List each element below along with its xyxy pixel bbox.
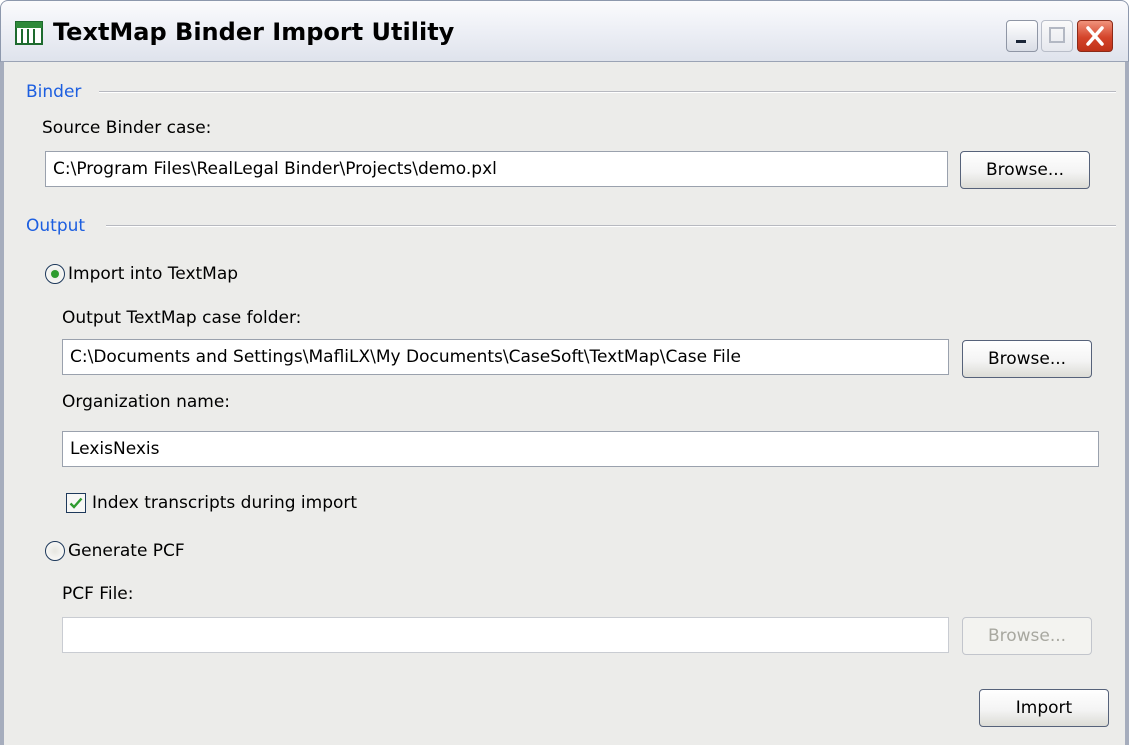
generate-pcf-label[interactable]: Generate PCF [68,541,185,561]
source-binder-field[interactable]: C:\Program Files\RealLegal Binder\Projec… [45,151,948,187]
source-binder-label: Source Binder case: [42,118,212,138]
binder-section-divider [99,91,1116,93]
pcf-file-label: PCF File: [62,584,134,604]
source-browse-button[interactable]: Browse... [960,151,1090,189]
import-button[interactable]: Import [979,689,1109,727]
output-folder-field[interactable]: C:\Documents and Settings\MafliLX\My Doc… [62,339,949,375]
window-title: TextMap Binder Import Utility [53,18,455,46]
organization-name-label: Organization name: [62,392,231,412]
output-folder-label: Output TextMap case folder: [62,308,302,328]
output-section-divider [106,225,1116,227]
index-transcripts-label[interactable]: Index transcripts during import [92,493,357,513]
output-folder-browse-button[interactable]: Browse... [962,340,1092,378]
textmap-app-icon [15,21,43,45]
index-transcripts-checkbox[interactable] [66,493,86,513]
organization-name-field[interactable]: LexisNexis [62,431,1099,467]
import-into-textmap-radio[interactable] [45,264,65,284]
binder-section-label: Binder [26,82,82,102]
close-button[interactable] [1077,20,1113,52]
output-section-label: Output [26,216,86,236]
pcf-browse-button[interactable]: Browse... [962,617,1092,655]
generate-pcf-radio[interactable] [45,541,65,561]
minimize-button[interactable] [1006,20,1038,52]
dialog-body: Binder Source Binder case: C:\Program Fi… [0,62,1129,745]
maximize-button[interactable] [1041,20,1073,52]
pcf-file-field[interactable] [62,617,949,653]
import-utility-window: TextMap Binder Import Utility Binder Sou… [0,0,1129,745]
title-bar[interactable]: TextMap Binder Import Utility [0,0,1129,62]
import-into-textmap-label[interactable]: Import into TextMap [68,264,238,284]
radio-selected-dot [51,270,59,278]
